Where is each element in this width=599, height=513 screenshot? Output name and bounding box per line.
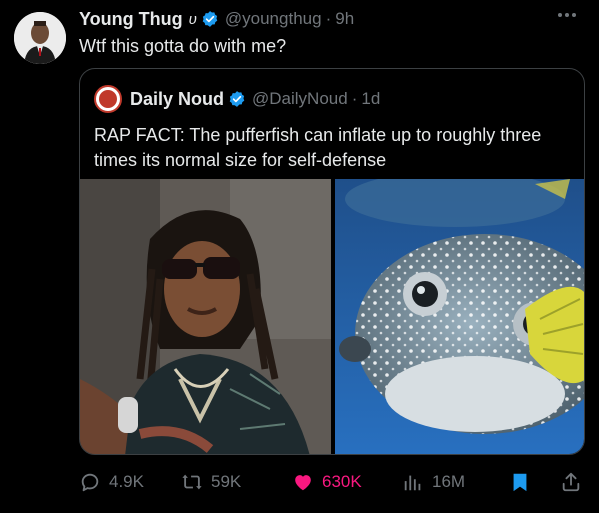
author-name[interactable]: Young Thug (79, 9, 183, 30)
heart-icon (295, 475, 311, 491)
quoted-author-name[interactable]: Daily Noud (130, 89, 224, 110)
quoted-tweet[interactable]: Daily Noud @DailyNoud · 1d RAP FACT: The… (79, 68, 585, 455)
reply-button[interactable]: 4.9K (79, 471, 144, 493)
media-image-pufferfish[interactable] (335, 179, 584, 454)
quoted-author-handle[interactable]: @DailyNoud (252, 89, 348, 109)
retweet-button[interactable]: 59K (181, 471, 241, 493)
quoted-media (80, 179, 584, 454)
action-bar: 4.9K 59K 630K 16M (79, 462, 589, 502)
quoted-verified-badge-icon (229, 91, 245, 107)
tweet-header: Young Thug υ @youngthug · 9h (79, 8, 579, 30)
share-button[interactable] (560, 471, 590, 493)
quoted-tweet-time[interactable]: 1d (361, 89, 380, 109)
retweet-icon (182, 474, 202, 490)
quoted-separator-dot: · (351, 89, 358, 108)
author-name-glyph: υ (188, 10, 197, 28)
verified-badge-icon (202, 11, 218, 27)
tweet-text: Wtf this gotta do with me? (79, 36, 287, 56)
separator-dot: · (325, 9, 332, 28)
tweet-time[interactable]: 9h (335, 9, 354, 29)
media-image-rapper[interactable] (80, 179, 331, 454)
author-handle[interactable]: @youngthug (225, 9, 322, 29)
bookmark-icon (513, 473, 527, 492)
views-count: 16M (432, 472, 466, 491)
author-avatar[interactable] (14, 12, 66, 64)
quoted-tweet-header: Daily Noud @DailyNoud · 1d (94, 85, 380, 113)
reply-icon (81, 473, 99, 492)
like-button[interactable]: 630K (292, 471, 362, 493)
share-icon (562, 472, 580, 492)
quoted-tweet-text: RAP FACT: The pufferfish can inflate up … (94, 125, 542, 170)
author-avatar-image (14, 12, 66, 64)
retweet-count: 59K (211, 472, 242, 491)
views-icon (404, 475, 421, 491)
reply-count: 4.9K (109, 472, 144, 491)
views-button[interactable]: 16M (402, 471, 465, 493)
more-options-icon[interactable] (555, 4, 579, 26)
like-count: 630K (322, 472, 362, 491)
quoted-author-avatar[interactable] (94, 85, 122, 113)
bookmark-button[interactable] (509, 471, 539, 493)
